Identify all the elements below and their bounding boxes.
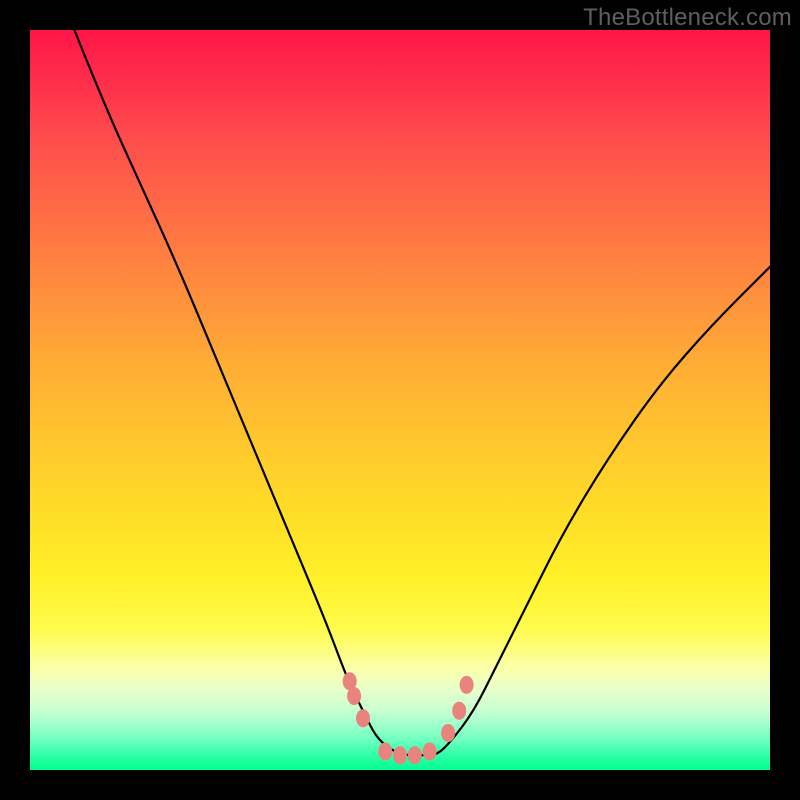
chart-frame: TheBottleneck.com <box>0 0 800 800</box>
curve-marker <box>460 676 474 694</box>
curve-marker <box>452 702 466 720</box>
curve-marker <box>408 746 422 764</box>
curve-marker <box>393 746 407 764</box>
curve-marker <box>423 743 437 761</box>
plot-area <box>30 30 770 770</box>
curve-marker <box>347 687 361 705</box>
watermark-text: TheBottleneck.com <box>583 4 792 32</box>
curve-marker <box>378 743 392 761</box>
curve-markers <box>343 672 474 764</box>
bottleneck-curve-line <box>74 30 770 755</box>
curve-svg <box>30 30 770 770</box>
curve-marker <box>356 709 370 727</box>
curve-marker <box>441 724 455 742</box>
